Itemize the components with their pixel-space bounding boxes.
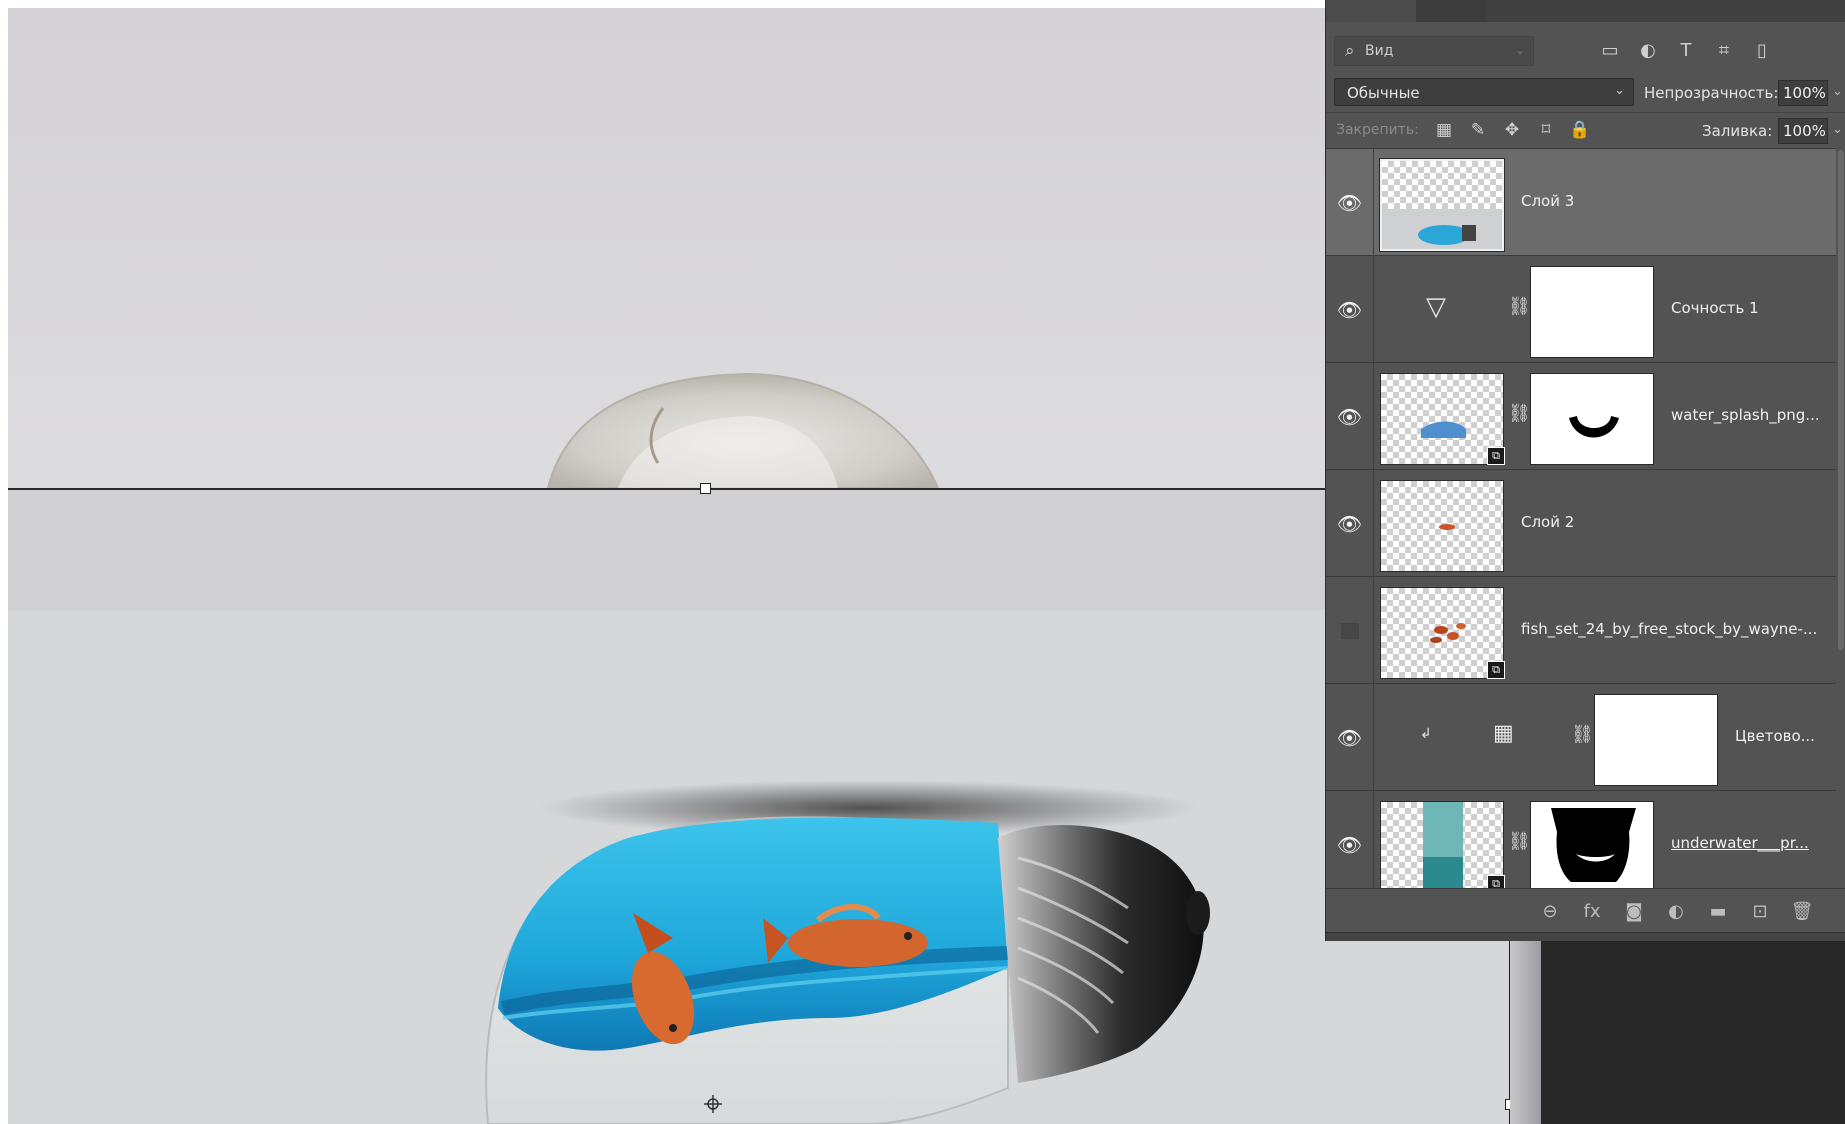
- workspace-background: [1541, 941, 1845, 1124]
- layer-name[interactable]: Слой 2: [1521, 513, 1574, 531]
- link-layers-icon[interactable]: ⊖: [1536, 899, 1564, 923]
- filter-label: Вид: [1365, 43, 1394, 59]
- smart-object-icon: ⧉: [1487, 875, 1505, 888]
- fx-icon[interactable]: fx: [1578, 899, 1606, 923]
- eye-icon: 👁: [1336, 832, 1363, 857]
- lock-transparent-icon[interactable]: ▦: [1431, 118, 1457, 142]
- layer-filter-row: ⌕ Вид ⌄ ▭ ◐ T ⌗ ▯: [1326, 30, 1845, 70]
- fill-chevron-icon[interactable]: ⌄: [1832, 122, 1843, 137]
- blend-mode-value: Обычные: [1347, 84, 1420, 102]
- smart-object-filter-icon[interactable]: ▯: [1748, 38, 1776, 62]
- layer-mask-thumbnail[interactable]: [1594, 694, 1718, 786]
- opacity-chevron-icon[interactable]: ⌄: [1832, 84, 1843, 99]
- blend-mode-select[interactable]: Обычные ⌄: [1334, 78, 1634, 106]
- hidden-visibility-icon: [1340, 622, 1359, 639]
- layer-row[interactable]: 👁 ▽ ⛓ Сочность 1: [1326, 256, 1836, 363]
- layer-row[interactable]: ⧉ fish_set_24_by_free_stock_by_wayne-...: [1326, 577, 1836, 684]
- layers-scrollbar[interactable]: [1838, 150, 1844, 650]
- layer-mask-thumbnail[interactable]: [1530, 266, 1654, 358]
- layer-name[interactable]: fish_set_24_by_free_stock_by_wayne-...: [1521, 620, 1817, 638]
- eye-icon: 👁: [1336, 297, 1363, 322]
- layer-name[interactable]: Цветово...: [1735, 727, 1815, 745]
- lock-row: Закрепить: ▦ ✎ ✥ ⌑ 🔒 Заливка: 100% ⌄: [1326, 112, 1845, 146]
- trash-icon[interactable]: 🗑: [1788, 899, 1816, 923]
- layer-thumbnail: [1380, 480, 1504, 572]
- eye-icon: 👁: [1336, 511, 1363, 536]
- layer-thumbnail: [1380, 801, 1504, 888]
- blend-row: Обычные ⌄ Непрозрачность: 100% ⌄: [1326, 76, 1845, 108]
- visibility-toggle[interactable]: [1326, 577, 1374, 684]
- layer-name[interactable]: water_splash_png...: [1671, 406, 1820, 424]
- canvas-edge: [1510, 941, 1541, 1124]
- layer-row[interactable]: 👁 ↲ ▦ ⛓ Цветово...: [1326, 684, 1836, 791]
- lock-all-icon[interactable]: 🔒: [1567, 118, 1593, 142]
- fill-label: Заливка:: [1702, 122, 1773, 140]
- layer-mask-thumbnail[interactable]: [1530, 373, 1654, 465]
- eye-icon: 👁: [1336, 190, 1363, 215]
- lock-artboard-icon[interactable]: ⌑: [1533, 118, 1559, 142]
- layer-thumbnail: [1380, 373, 1504, 465]
- layers-panel: ⌕ Вид ⌄ ▭ ◐ T ⌗ ▯ Обычные ⌄ Непрозрачность: …: [1325, 0, 1845, 941]
- layer-thumbnail-image: [1421, 421, 1466, 438]
- link-icon[interactable]: ⛓: [1508, 296, 1531, 317]
- layer-name[interactable]: Сочность 1: [1671, 299, 1759, 317]
- layer-row[interactable]: 👁 ⧉ ⛓ underwater___pr...: [1326, 791, 1836, 888]
- layers-panel-footer: ⊖ fx ◙ ◐ ▬ ⊡ 🗑: [1326, 888, 1845, 932]
- lock-label: Закрепить:: [1336, 122, 1419, 138]
- eye-icon: 👁: [1336, 725, 1363, 750]
- layer-thumbnail: [1380, 587, 1504, 679]
- opacity-label: Непрозрачность:: [1644, 84, 1779, 102]
- lock-position-icon[interactable]: ✥: [1499, 118, 1525, 142]
- tab-other[interactable]: [1486, 0, 1845, 22]
- search-icon: ⌕: [1345, 41, 1355, 61]
- image-filter-icon[interactable]: ▭: [1596, 38, 1624, 62]
- vibrance-adjustment-icon: ▽: [1426, 292, 1446, 322]
- eye-icon: 👁: [1336, 404, 1363, 429]
- layer-thumbnail-image: [1382, 209, 1502, 249]
- color-balance-adjustment-icon: ▦: [1493, 721, 1514, 746]
- smart-object-icon: ⧉: [1487, 661, 1505, 679]
- visibility-toggle[interactable]: 👁: [1326, 256, 1374, 363]
- layer-filter-select[interactable]: ⌕ Вид ⌄: [1334, 36, 1534, 66]
- visibility-toggle[interactable]: 👁: [1326, 363, 1374, 470]
- layer-thumbnail-image: [1439, 524, 1455, 530]
- transform-handle-top[interactable]: [700, 483, 711, 494]
- layer-thumbnail-image: [1430, 623, 1466, 643]
- visibility-toggle[interactable]: 👁: [1326, 470, 1374, 577]
- layer-name[interactable]: underwater___pr...: [1671, 834, 1809, 852]
- panel-tab-bar: [1326, 0, 1845, 22]
- layer-row[interactable]: 👁 Слой 3: [1326, 149, 1836, 256]
- link-icon[interactable]: ⛓: [1508, 403, 1531, 424]
- layer-row[interactable]: 👁 Слой 2: [1326, 470, 1836, 577]
- chevron-down-icon: ⌄: [1514, 43, 1525, 57]
- add-mask-icon[interactable]: ◙: [1620, 899, 1648, 923]
- layer-row[interactable]: 👁 ⧉ ⛓ water_splash_png...: [1326, 363, 1836, 470]
- new-adjustment-icon[interactable]: ◐: [1662, 899, 1690, 923]
- type-filter-icon[interactable]: T: [1672, 38, 1700, 62]
- layer-thumbnail: [1380, 159, 1504, 251]
- tab-layers[interactable]: [1326, 0, 1416, 22]
- smart-object-icon: ⧉: [1487, 447, 1505, 465]
- new-group-icon[interactable]: ▬: [1704, 899, 1732, 923]
- chevron-down-icon: ⌄: [1614, 83, 1625, 98]
- layer-list: 👁 Слой 3 👁 ▽ ⛓ Сочность 1 👁 ⧉ ⛓ water_sp…: [1326, 148, 1836, 888]
- adjustment-filter-icon[interactable]: ◐: [1634, 38, 1662, 62]
- mask-shape: [1569, 416, 1619, 438]
- fill-input[interactable]: 100%: [1778, 118, 1828, 144]
- layer-name[interactable]: Слой 3: [1521, 192, 1574, 210]
- lock-image-icon[interactable]: ✎: [1465, 118, 1491, 142]
- layer-mask-thumbnail[interactable]: [1530, 801, 1654, 888]
- layer-thumbnail-image: [1423, 802, 1463, 888]
- visibility-toggle[interactable]: 👁: [1326, 791, 1374, 888]
- link-icon[interactable]: ⛓: [1571, 724, 1594, 745]
- opacity-input[interactable]: 100%: [1778, 80, 1828, 106]
- visibility-toggle[interactable]: 👁: [1326, 684, 1374, 791]
- visibility-toggle[interactable]: 👁: [1326, 149, 1374, 256]
- link-icon[interactable]: ⛓: [1508, 831, 1531, 852]
- panel-bottom-edge: [1326, 932, 1845, 941]
- shape-filter-icon[interactable]: ⌗: [1710, 38, 1738, 62]
- new-layer-icon[interactable]: ⊡: [1746, 899, 1774, 923]
- mask-shape: [1551, 808, 1636, 882]
- clipping-arrow-icon: ↲: [1420, 726, 1432, 742]
